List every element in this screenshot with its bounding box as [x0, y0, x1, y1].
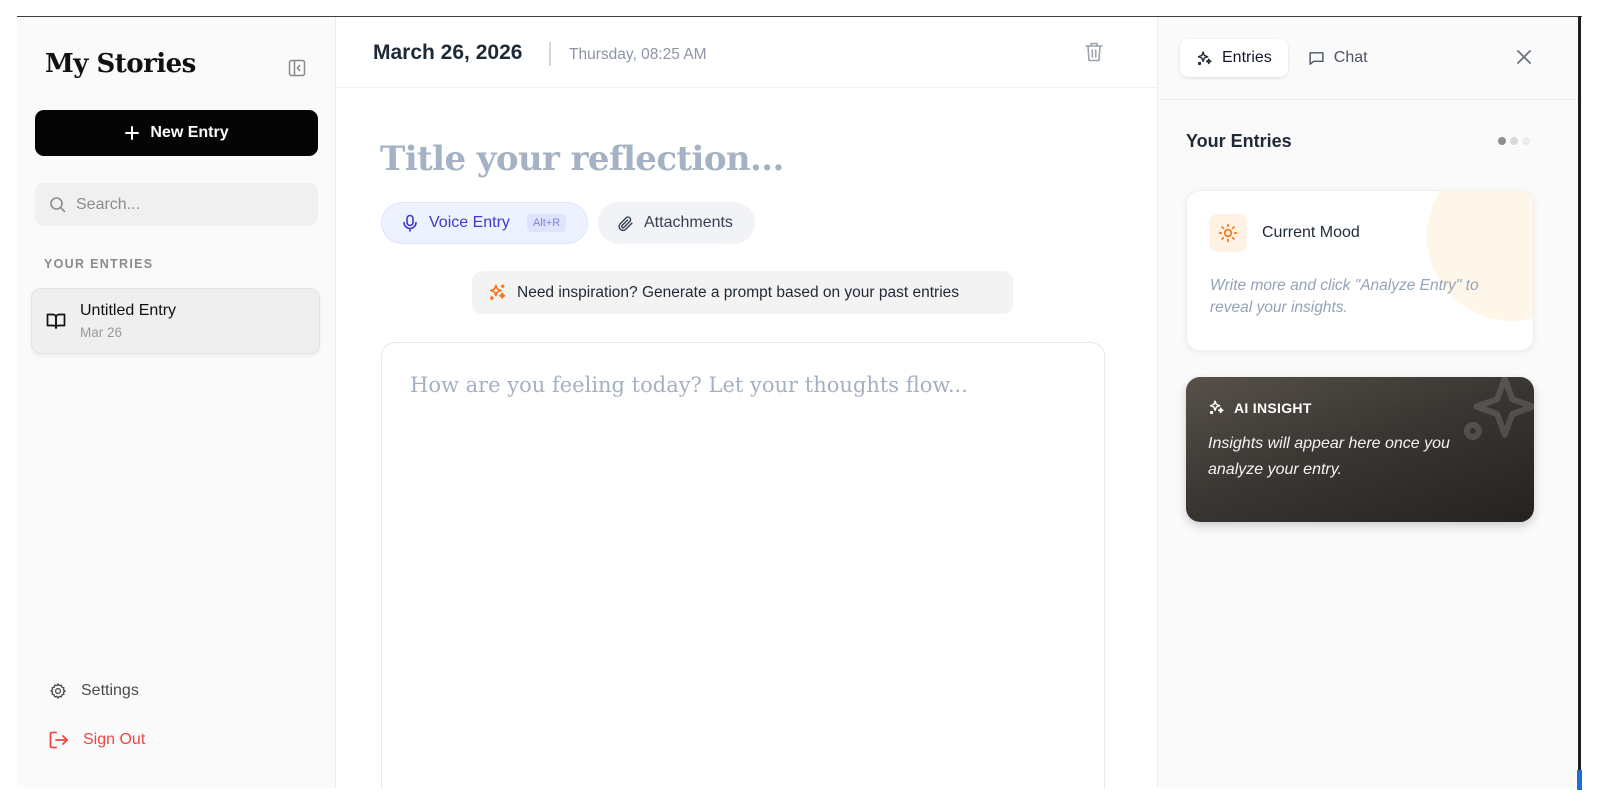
ai-insight-card: AI INSIGHT Insights will appear here onc…	[1186, 377, 1534, 522]
tab-entries-label: Entries	[1222, 49, 1272, 66]
search-box	[35, 183, 318, 226]
sign-out-icon	[49, 731, 68, 749]
tab-chat-label: Chat	[1333, 49, 1368, 66]
voice-entry-button[interactable]: Voice Entry Alt+R	[381, 202, 588, 244]
entry-date-heading: March 26, 2026	[373, 41, 523, 64]
entry-date: Mar 26	[80, 325, 123, 340]
mood-hint-text: Write more and click "Analyze Entry" to …	[1210, 277, 1479, 316]
close-icon	[1517, 50, 1531, 64]
sparkles-icon	[489, 284, 506, 300]
editor-header: March 26, 2026 Thursday, 08:25 AM	[336, 17, 1157, 88]
voice-entry-label: Voice Entry	[429, 214, 510, 231]
settings-link[interactable]: Settings	[49, 682, 139, 700]
sparkles-icon	[1209, 400, 1224, 415]
carousel-dots	[1498, 137, 1530, 145]
gear-icon	[50, 683, 66, 699]
panel-title: Your Entries	[1186, 131, 1292, 151]
mood-icon-badge	[1209, 214, 1247, 252]
header-divider	[549, 42, 551, 66]
close-panel-button[interactable]	[1516, 49, 1532, 70]
insights-panel: Entries Chat Your Entries Current Mood W…	[1157, 17, 1582, 788]
voice-shortcut-badge: Alt+R	[526, 214, 567, 232]
mood-title: Current Mood	[1262, 224, 1360, 241]
entry-list-item[interactable]: Untitled Entry Mar 26	[31, 288, 320, 354]
sidebar: My Stories New Entry YOUR ENTRIES Untitl…	[17, 17, 336, 788]
trash-icon	[1085, 42, 1103, 62]
open-book-icon	[46, 313, 66, 329]
collapse-sidebar-button[interactable]	[287, 58, 307, 78]
entries-section-label: YOUR ENTRIES	[44, 257, 154, 271]
attachments-button[interactable]: Attachments	[598, 202, 755, 244]
app-window: My Stories New Entry YOUR ENTRIES Untitl…	[17, 16, 1582, 788]
tab-entries[interactable]: Entries	[1180, 39, 1288, 77]
sidebar-collapse-icon	[288, 59, 306, 77]
brand-title: My Stories	[45, 49, 196, 79]
delete-entry-button[interactable]	[1084, 41, 1104, 68]
sign-out-link[interactable]: Sign Out	[49, 731, 145, 749]
new-entry-label: New Entry	[150, 124, 229, 141]
entry-title: Untitled Entry	[80, 302, 177, 319]
chat-bubble-icon	[1309, 51, 1324, 65]
scroll-indicator	[1577, 770, 1582, 790]
generate-prompt-button[interactable]: Need inspiration? Generate a prompt base…	[472, 271, 1013, 314]
carousel-dot[interactable]	[1498, 137, 1506, 145]
search-input[interactable]	[76, 195, 296, 214]
settings-label: Settings	[81, 682, 139, 699]
entry-day-time: Thursday, 08:25 AM	[569, 46, 707, 63]
sun-icon	[1218, 223, 1238, 243]
new-entry-button[interactable]: New Entry	[35, 110, 318, 156]
plus-icon	[125, 126, 140, 140]
attachments-label: Attachments	[644, 214, 733, 231]
carousel-dot[interactable]	[1510, 137, 1518, 145]
tab-chat[interactable]: Chat	[1292, 39, 1384, 77]
carousel-dot[interactable]	[1522, 137, 1530, 145]
ai-insight-label: AI INSIGHT	[1234, 399, 1312, 416]
inspiration-label: Need inspiration? Generate a prompt base…	[517, 283, 960, 301]
entry-body-editor[interactable]	[381, 342, 1105, 788]
panel-tabs: Entries Chat	[1180, 39, 1384, 77]
entry-text-group: Untitled Entry Mar 26	[80, 302, 176, 340]
insights-panel-header: Entries Chat	[1158, 17, 1582, 100]
microphone-icon	[403, 214, 417, 232]
ai-insight-header: AI INSIGHT	[1208, 399, 1312, 416]
paperclip-icon	[618, 215, 633, 231]
current-mood-card: Current Mood Write more and click "Analy…	[1186, 190, 1534, 351]
sign-out-label: Sign Out	[83, 731, 146, 748]
search-icon	[50, 197, 66, 213]
window-edge	[1578, 16, 1581, 788]
sparkles-icon	[1197, 50, 1212, 65]
ai-insight-text: Insights will appear here once you analy…	[1208, 435, 1450, 478]
entry-title-input[interactable]	[380, 139, 1080, 179]
editor-pane: March 26, 2026 Thursday, 08:25 AM Voice …	[336, 17, 1157, 788]
